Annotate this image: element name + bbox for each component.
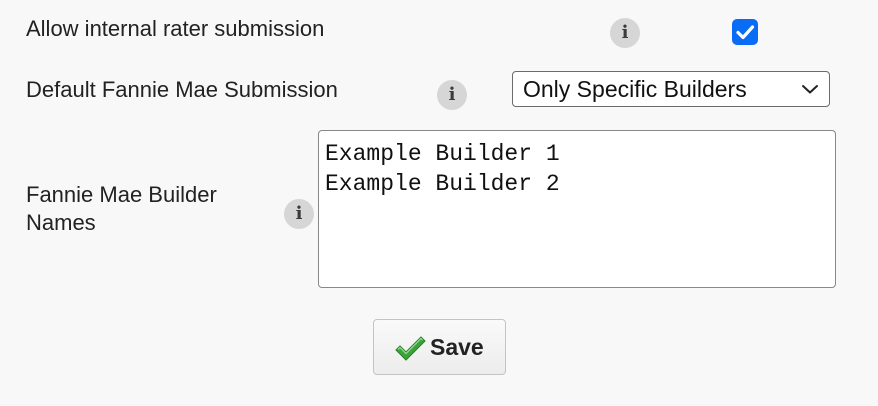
- builder-names-label-line2: Names: [26, 210, 96, 235]
- green-check-icon: [395, 336, 426, 361]
- builder-names-textarea[interactable]: Example Builder 1 Example Builder 2: [318, 130, 836, 288]
- fannie-mae-submission-label: Default Fannie Mae Submission: [26, 77, 338, 102]
- builder-names-label-line1: Fannie Mae Builder: [26, 182, 217, 207]
- textarea-line: Example Builder 2: [325, 171, 560, 197]
- textarea-line: Example Builder 1: [325, 141, 560, 167]
- select-selected-value: Only Specific Builders: [523, 76, 747, 102]
- checkmark-icon: [736, 25, 755, 40]
- fannie-mae-submission-select[interactable]: Only Specific Builders: [512, 71, 830, 107]
- builder-names-label: Fannie Mae Builder Names: [26, 181, 217, 237]
- save-label: Save: [430, 334, 484, 360]
- chevron-down-icon: [802, 85, 818, 94]
- internal-rater-info-icon[interactable]: i: [610, 18, 640, 48]
- fannie-mae-submission-info-icon[interactable]: i: [437, 80, 467, 110]
- internal-rater-label: Allow internal rater submission: [26, 16, 325, 41]
- internal-rater-checkbox[interactable]: [732, 19, 758, 45]
- builder-names-info-icon[interactable]: i: [284, 199, 314, 229]
- save-button[interactable]: Save: [373, 319, 506, 375]
